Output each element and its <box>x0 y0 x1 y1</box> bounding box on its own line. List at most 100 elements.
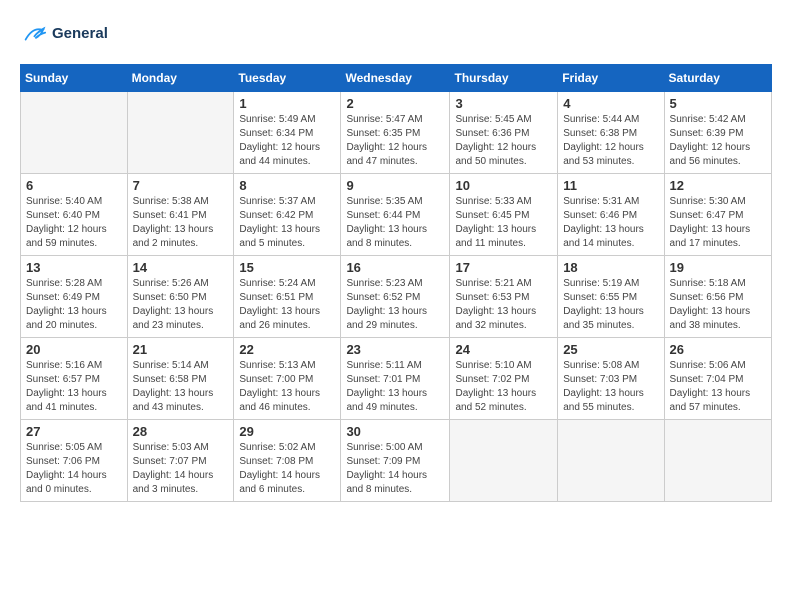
calendar-cell <box>450 420 558 502</box>
day-detail: Sunrise: 5:28 AM Sunset: 6:49 PM Dayligh… <box>26 277 122 333</box>
page-header: General <box>20 20 772 48</box>
calendar-cell <box>127 92 234 174</box>
day-number: 18 <box>563 260 658 275</box>
calendar-table: SundayMondayTuesdayWednesdayThursdayFrid… <box>20 64 772 502</box>
day-detail: Sunrise: 5:26 AM Sunset: 6:50 PM Dayligh… <box>133 277 229 333</box>
calendar-cell: 11 Sunrise: 5:31 AM Sunset: 6:46 PM Dayli… <box>558 174 664 256</box>
day-number: 17 <box>455 260 552 275</box>
day-number: 2 <box>346 96 444 111</box>
weekday-header-sunday: Sunday <box>21 65 128 92</box>
weekday-header-wednesday: Wednesday <box>341 65 450 92</box>
day-number: 8 <box>239 178 335 193</box>
calendar-cell: 20 Sunrise: 5:16 AM Sunset: 6:57 PM Dayli… <box>21 338 128 420</box>
calendar-cell <box>21 92 128 174</box>
day-number: 22 <box>239 342 335 357</box>
day-number: 29 <box>239 424 335 439</box>
day-detail: Sunrise: 5:35 AM Sunset: 6:44 PM Dayligh… <box>346 195 444 251</box>
day-detail: Sunrise: 5:13 AM Sunset: 7:00 PM Dayligh… <box>239 359 335 415</box>
day-detail: Sunrise: 5:44 AM Sunset: 6:38 PM Dayligh… <box>563 113 658 169</box>
day-number: 23 <box>346 342 444 357</box>
calendar-cell: 17Sunrise: 5:21 AM Sunset: 6:53 PM Dayli… <box>450 256 558 338</box>
day-number: 14 <box>133 260 229 275</box>
week-row-4: 20 Sunrise: 5:16 AM Sunset: 6:57 PM Dayli… <box>21 338 772 420</box>
day-detail: Sunrise: 5:24 AM Sunset: 6:51 PM Dayligh… <box>239 277 335 333</box>
weekday-header-saturday: Saturday <box>664 65 771 92</box>
day-number: 21 <box>133 342 229 357</box>
day-detail: Sunrise: 5:42 AM Sunset: 6:39 PM Dayligh… <box>670 113 766 169</box>
day-number: 25 <box>563 342 658 357</box>
calendar-cell: 21 Sunrise: 5:14 AM Sunset: 6:58 PM Dayli… <box>127 338 234 420</box>
calendar-cell: 24 Sunrise: 5:10 AM Sunset: 7:02 PM Dayli… <box>450 338 558 420</box>
day-detail: Sunrise: 5:16 AM Sunset: 6:57 PM Dayligh… <box>26 359 122 415</box>
day-number: 13 <box>26 260 122 275</box>
day-number: 9 <box>346 178 444 193</box>
day-detail: Sunrise: 5:14 AM Sunset: 6:58 PM Dayligh… <box>133 359 229 415</box>
calendar-cell: 28Sunrise: 5:03 AM Sunset: 7:07 PM Dayli… <box>127 420 234 502</box>
weekday-header-monday: Monday <box>127 65 234 92</box>
day-number: 20 <box>26 342 122 357</box>
day-number: 10 <box>455 178 552 193</box>
weekday-header-friday: Friday <box>558 65 664 92</box>
day-number: 3 <box>455 96 552 111</box>
logo-text-line1: General <box>52 26 108 43</box>
day-detail: Sunrise: 5:23 AM Sunset: 6:52 PM Dayligh… <box>346 277 444 333</box>
calendar-cell: 3 Sunrise: 5:45 AM Sunset: 6:36 PM Daylig… <box>450 92 558 174</box>
day-detail: Sunrise: 5:06 AM Sunset: 7:04 PM Dayligh… <box>670 359 766 415</box>
calendar-cell: 5 Sunrise: 5:42 AM Sunset: 6:39 PM Daylig… <box>664 92 771 174</box>
calendar-cell: 13 Sunrise: 5:28 AM Sunset: 6:49 PM Dayli… <box>21 256 128 338</box>
day-number: 11 <box>563 178 658 193</box>
calendar-cell: 1 Sunrise: 5:49 AM Sunset: 6:34 PM Daylig… <box>234 92 341 174</box>
day-number: 12 <box>670 178 766 193</box>
day-number: 1 <box>239 96 335 111</box>
day-detail: Sunrise: 5:49 AM Sunset: 6:34 PM Dayligh… <box>239 113 335 169</box>
day-detail: Sunrise: 5:00 AM Sunset: 7:09 PM Dayligh… <box>346 441 444 497</box>
day-detail: Sunrise: 5:05 AM Sunset: 7:06 PM Dayligh… <box>26 441 122 497</box>
calendar-cell: 10 Sunrise: 5:33 AM Sunset: 6:45 PM Dayli… <box>450 174 558 256</box>
day-number: 16 <box>346 260 444 275</box>
calendar-cell: 15 Sunrise: 5:24 AM Sunset: 6:51 PM Dayli… <box>234 256 341 338</box>
day-number: 5 <box>670 96 766 111</box>
day-detail: Sunrise: 5:47 AM Sunset: 6:35 PM Dayligh… <box>346 113 444 169</box>
calendar-cell: 25Sunrise: 5:08 AM Sunset: 7:03 PM Dayli… <box>558 338 664 420</box>
day-number: 4 <box>563 96 658 111</box>
calendar-cell: 18 Sunrise: 5:19 AM Sunset: 6:55 PM Dayli… <box>558 256 664 338</box>
day-number: 27 <box>26 424 122 439</box>
calendar-cell: 4 Sunrise: 5:44 AM Sunset: 6:38 PM Daylig… <box>558 92 664 174</box>
day-detail: Sunrise: 5:02 AM Sunset: 7:08 PM Dayligh… <box>239 441 335 497</box>
calendar-cell <box>558 420 664 502</box>
day-detail: Sunrise: 5:10 AM Sunset: 7:02 PM Dayligh… <box>455 359 552 415</box>
calendar-cell: 16 Sunrise: 5:23 AM Sunset: 6:52 PM Dayli… <box>341 256 450 338</box>
calendar-cell: 8Sunrise: 5:37 AM Sunset: 6:42 PM Daylig… <box>234 174 341 256</box>
day-number: 30 <box>346 424 444 439</box>
day-number: 19 <box>670 260 766 275</box>
calendar-cell: 2 Sunrise: 5:47 AM Sunset: 6:35 PM Daylig… <box>341 92 450 174</box>
week-row-5: 27 Sunrise: 5:05 AM Sunset: 7:06 PM Dayli… <box>21 420 772 502</box>
day-detail: Sunrise: 5:45 AM Sunset: 6:36 PM Dayligh… <box>455 113 552 169</box>
week-row-2: 6Sunrise: 5:40 AM Sunset: 6:40 PM Daylig… <box>21 174 772 256</box>
day-detail: Sunrise: 5:30 AM Sunset: 6:47 PM Dayligh… <box>670 195 766 251</box>
day-number: 15 <box>239 260 335 275</box>
day-detail: Sunrise: 5:11 AM Sunset: 7:01 PM Dayligh… <box>346 359 444 415</box>
day-number: 24 <box>455 342 552 357</box>
logo-bird-icon <box>20 20 48 48</box>
day-number: 7 <box>133 178 229 193</box>
calendar-cell <box>664 420 771 502</box>
day-detail: Sunrise: 5:31 AM Sunset: 6:46 PM Dayligh… <box>563 195 658 251</box>
calendar-cell: 27 Sunrise: 5:05 AM Sunset: 7:06 PM Dayli… <box>21 420 128 502</box>
day-detail: Sunrise: 5:40 AM Sunset: 6:40 PM Dayligh… <box>26 195 122 251</box>
calendar-cell: 7 Sunrise: 5:38 AM Sunset: 6:41 PM Daylig… <box>127 174 234 256</box>
week-row-3: 13 Sunrise: 5:28 AM Sunset: 6:49 PM Dayli… <box>21 256 772 338</box>
weekday-header-tuesday: Tuesday <box>234 65 341 92</box>
day-detail: Sunrise: 5:33 AM Sunset: 6:45 PM Dayligh… <box>455 195 552 251</box>
calendar-cell: 23 Sunrise: 5:11 AM Sunset: 7:01 PM Dayli… <box>341 338 450 420</box>
calendar-cell: 26Sunrise: 5:06 AM Sunset: 7:04 PM Dayli… <box>664 338 771 420</box>
calendar-cell: 12 Sunrise: 5:30 AM Sunset: 6:47 PM Dayli… <box>664 174 771 256</box>
day-detail: Sunrise: 5:38 AM Sunset: 6:41 PM Dayligh… <box>133 195 229 251</box>
day-detail: Sunrise: 5:18 AM Sunset: 6:56 PM Dayligh… <box>670 277 766 333</box>
calendar-cell: 14 Sunrise: 5:26 AM Sunset: 6:50 PM Dayli… <box>127 256 234 338</box>
calendar-cell: 19 Sunrise: 5:18 AM Sunset: 6:56 PM Dayli… <box>664 256 771 338</box>
calendar-cell: 30 Sunrise: 5:00 AM Sunset: 7:09 PM Dayli… <box>341 420 450 502</box>
day-detail: Sunrise: 5:19 AM Sunset: 6:55 PM Dayligh… <box>563 277 658 333</box>
calendar-cell: 9 Sunrise: 5:35 AM Sunset: 6:44 PM Daylig… <box>341 174 450 256</box>
week-row-1: 1 Sunrise: 5:49 AM Sunset: 6:34 PM Daylig… <box>21 92 772 174</box>
